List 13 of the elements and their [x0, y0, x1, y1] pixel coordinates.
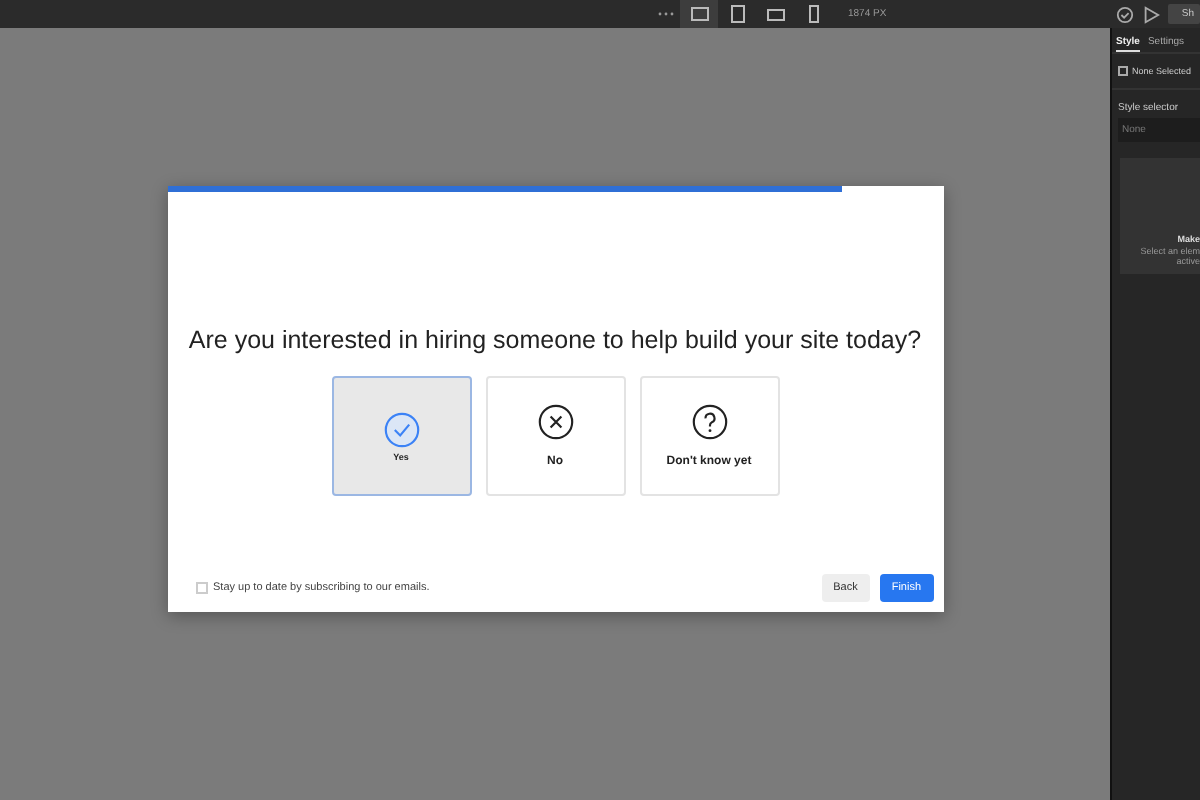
check-circle-icon [383, 411, 419, 447]
question-text: Are you interested in hiring someone to help build your site today? [186, 326, 924, 354]
check-circle-icon[interactable] [1115, 5, 1134, 23]
tablet-icon [727, 4, 747, 24]
desktop-icon [689, 4, 709, 24]
landscape-phone-icon [765, 4, 785, 24]
phone-icon [803, 4, 823, 24]
close-circle-icon [537, 404, 573, 440]
device-button[interactable] [680, 0, 718, 28]
selection-icon [1118, 66, 1128, 76]
question-circle-icon [691, 404, 727, 440]
play-icon[interactable] [1141, 5, 1160, 23]
subscribe-checkbox[interactable] [195, 582, 207, 594]
